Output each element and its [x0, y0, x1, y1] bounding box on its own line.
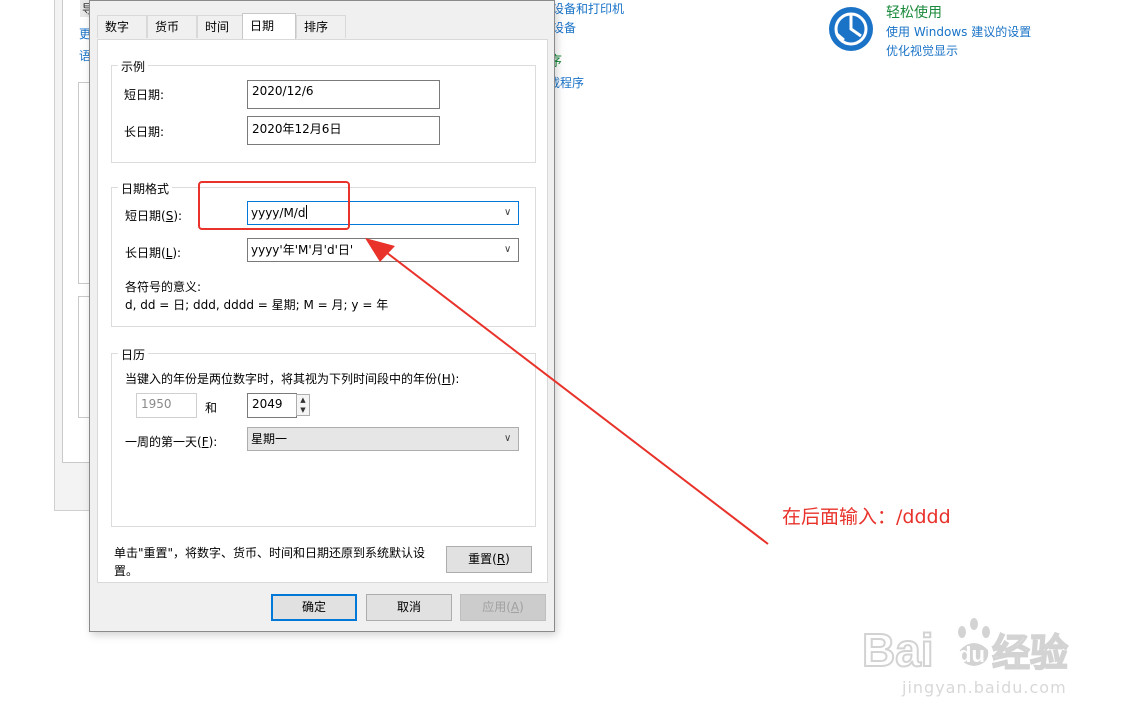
annotation-arrow-line: [377, 245, 769, 545]
watermark-url: jingyan.baidu.com: [902, 678, 1067, 697]
annotation-text: 在后面输入：/dddd: [782, 506, 951, 528]
svg-text:Bai: Bai: [862, 624, 934, 676]
annotation-arrow-head: [365, 238, 395, 262]
baidu-jingyan-watermark-logo: Bai du 经验: [861, 608, 1072, 678]
svg-text:经验: 经验: [992, 631, 1068, 675]
svg-text:du: du: [958, 642, 985, 667]
annotation-highlight-box: [198, 181, 350, 230]
tab-date[interactable]: 日期: [242, 13, 296, 39]
